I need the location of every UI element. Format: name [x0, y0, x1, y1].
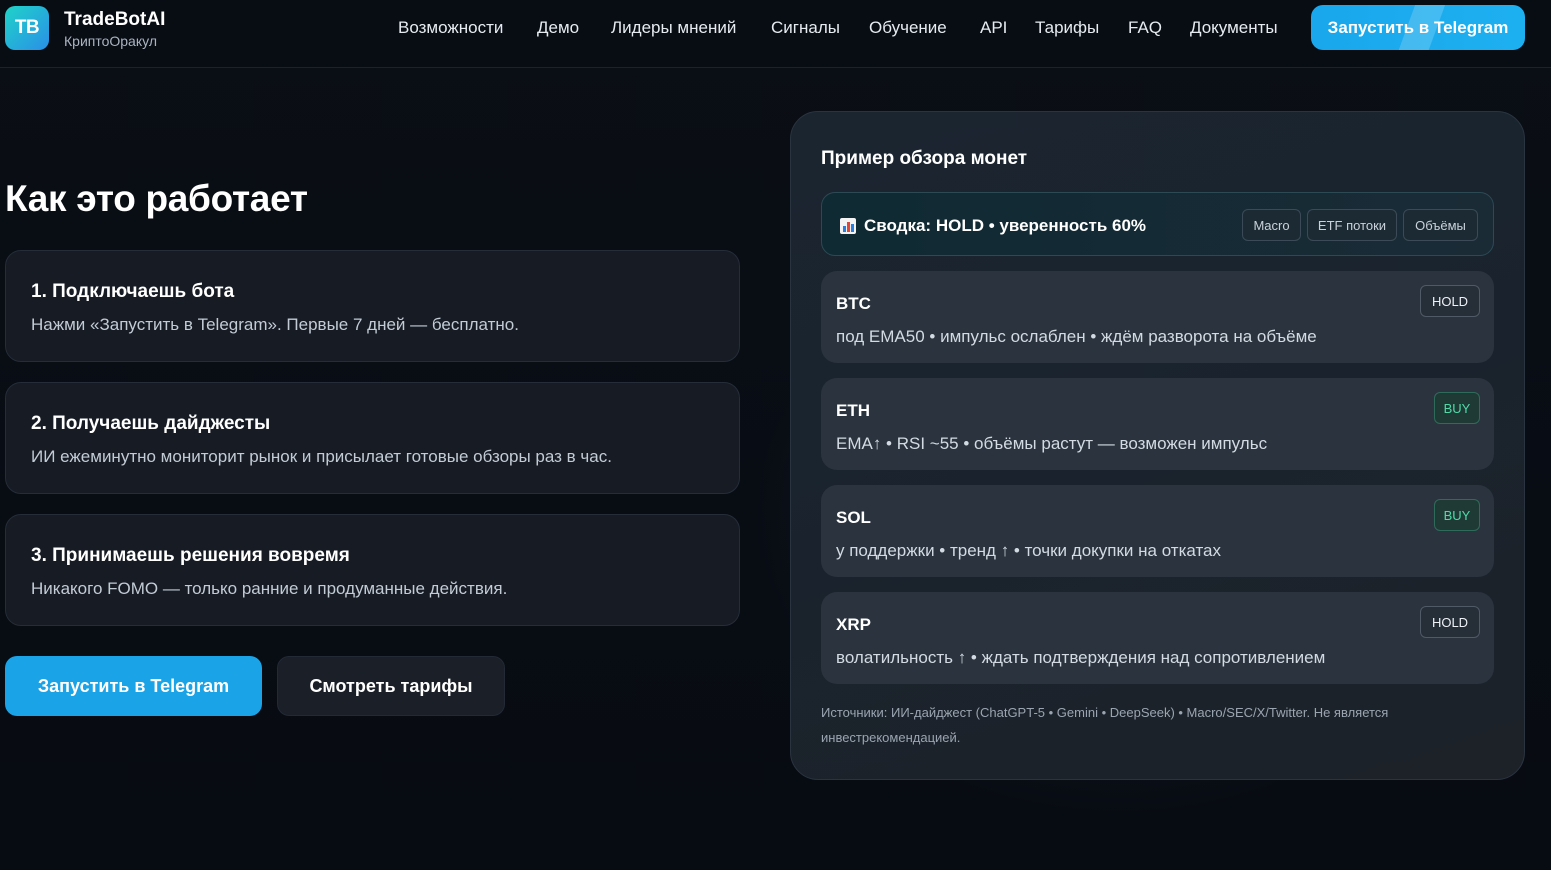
- signal-badge: HOLD: [1420, 606, 1480, 638]
- signal-badge: BUY: [1434, 499, 1480, 531]
- panel-title: Пример обзора монет: [821, 148, 1028, 169]
- view-pricing-button[interactable]: Смотреть тарифы: [277, 656, 505, 716]
- nav-item-api[interactable]: API: [980, 18, 1007, 38]
- tag-macro[interactable]: Macro: [1242, 209, 1301, 241]
- coin-card-xrp: XRP волатильность ↑ • ждать подтверждени…: [821, 592, 1494, 684]
- nav-item-docs[interactable]: Документы: [1190, 18, 1278, 38]
- coin-name: ETH: [836, 401, 870, 420]
- sources-disclaimer: Источники: ИИ-дайджест (ChatGPT-5 • Gemi…: [821, 705, 1389, 745]
- nav-item-influencers[interactable]: Лидеры мнений: [611, 18, 736, 38]
- coin-description: под EMA50 • импульс ослаблен • ждём разв…: [836, 327, 1317, 346]
- step-description: ИИ ежеминутно мониторит рынок и присылае…: [31, 447, 612, 466]
- coin-name: BTC: [836, 294, 871, 313]
- step-card: 2. Получаешь дайджесты ИИ ежеминутно мон…: [5, 382, 740, 494]
- summary-text: Сводка: HOLD • уверенность 60%: [864, 216, 1146, 236]
- coin-card-eth: ETH EMA↑ • RSI ~55 • объёмы растут — воз…: [821, 378, 1494, 470]
- nav-item-faq[interactable]: FAQ: [1128, 18, 1162, 38]
- tag-etf-flows[interactable]: ETF потоки: [1307, 209, 1397, 241]
- coin-name: XRP: [836, 615, 871, 634]
- step-description: Никакого FOMO — только ранние и продуман…: [31, 579, 508, 598]
- coin-review-panel: Пример обзора монет Сводка: HOLD • увере…: [790, 111, 1525, 780]
- summary-bar: Сводка: HOLD • уверенность 60% Macro ETF…: [821, 192, 1494, 256]
- step-card: 1. Подключаешь бота Нажми «Запустить в T…: [5, 250, 740, 362]
- step-card: 3. Принимаешь решения вовремя Никакого F…: [5, 514, 740, 626]
- signal-badge: BUY: [1434, 392, 1480, 424]
- step-title: 3. Принимаешь решения вовремя: [31, 545, 350, 566]
- signal-badge: HOLD: [1420, 285, 1480, 317]
- section-title: Как это работает: [5, 178, 308, 219]
- coin-name: SOL: [836, 508, 871, 527]
- nav-item-signals[interactable]: Сигналы: [771, 18, 840, 38]
- coin-description: у поддержки • тренд ↑ • точки докупки на…: [836, 541, 1222, 560]
- coin-description: волатильность ↑ • ждать подтверждения на…: [836, 648, 1326, 667]
- launch-telegram-cta-button[interactable]: Запустить в Telegram: [5, 656, 262, 716]
- summary-value: HOLD • уверенность 60%: [935, 216, 1147, 235]
- site-header: TB TradeBotAI КриптоОракул Возможности Д…: [0, 0, 1551, 68]
- nav-item-features[interactable]: Возможности: [398, 18, 503, 38]
- tag-volumes[interactable]: Объёмы: [1403, 209, 1478, 241]
- step-title: 1. Подключаешь бота: [31, 281, 235, 302]
- step-title: 2. Получаешь дайджесты: [31, 413, 271, 434]
- bar-chart-icon: [840, 218, 856, 234]
- nav-item-learning[interactable]: Обучение: [869, 18, 947, 38]
- launch-telegram-label: Запустить в Telegram: [1327, 17, 1509, 37]
- step-description: Нажми «Запустить в Telegram». Первые 7 д…: [31, 315, 519, 334]
- summary-label: Сводка:: [864, 216, 932, 235]
- coin-card-sol: SOL у поддержки • тренд ↑ • точки докупк…: [821, 485, 1494, 577]
- nav-item-pricing[interactable]: Тарифы: [1035, 18, 1099, 38]
- coin-description: EMA↑ • RSI ~55 • объёмы растут — возможе…: [836, 434, 1268, 453]
- launch-telegram-button[interactable]: Запустить в Telegram: [1311, 5, 1525, 50]
- coin-card-btc: BTC под EMA50 • импульс ослаблен • ждём …: [821, 271, 1494, 363]
- nav-item-demo[interactable]: Демо: [537, 18, 579, 38]
